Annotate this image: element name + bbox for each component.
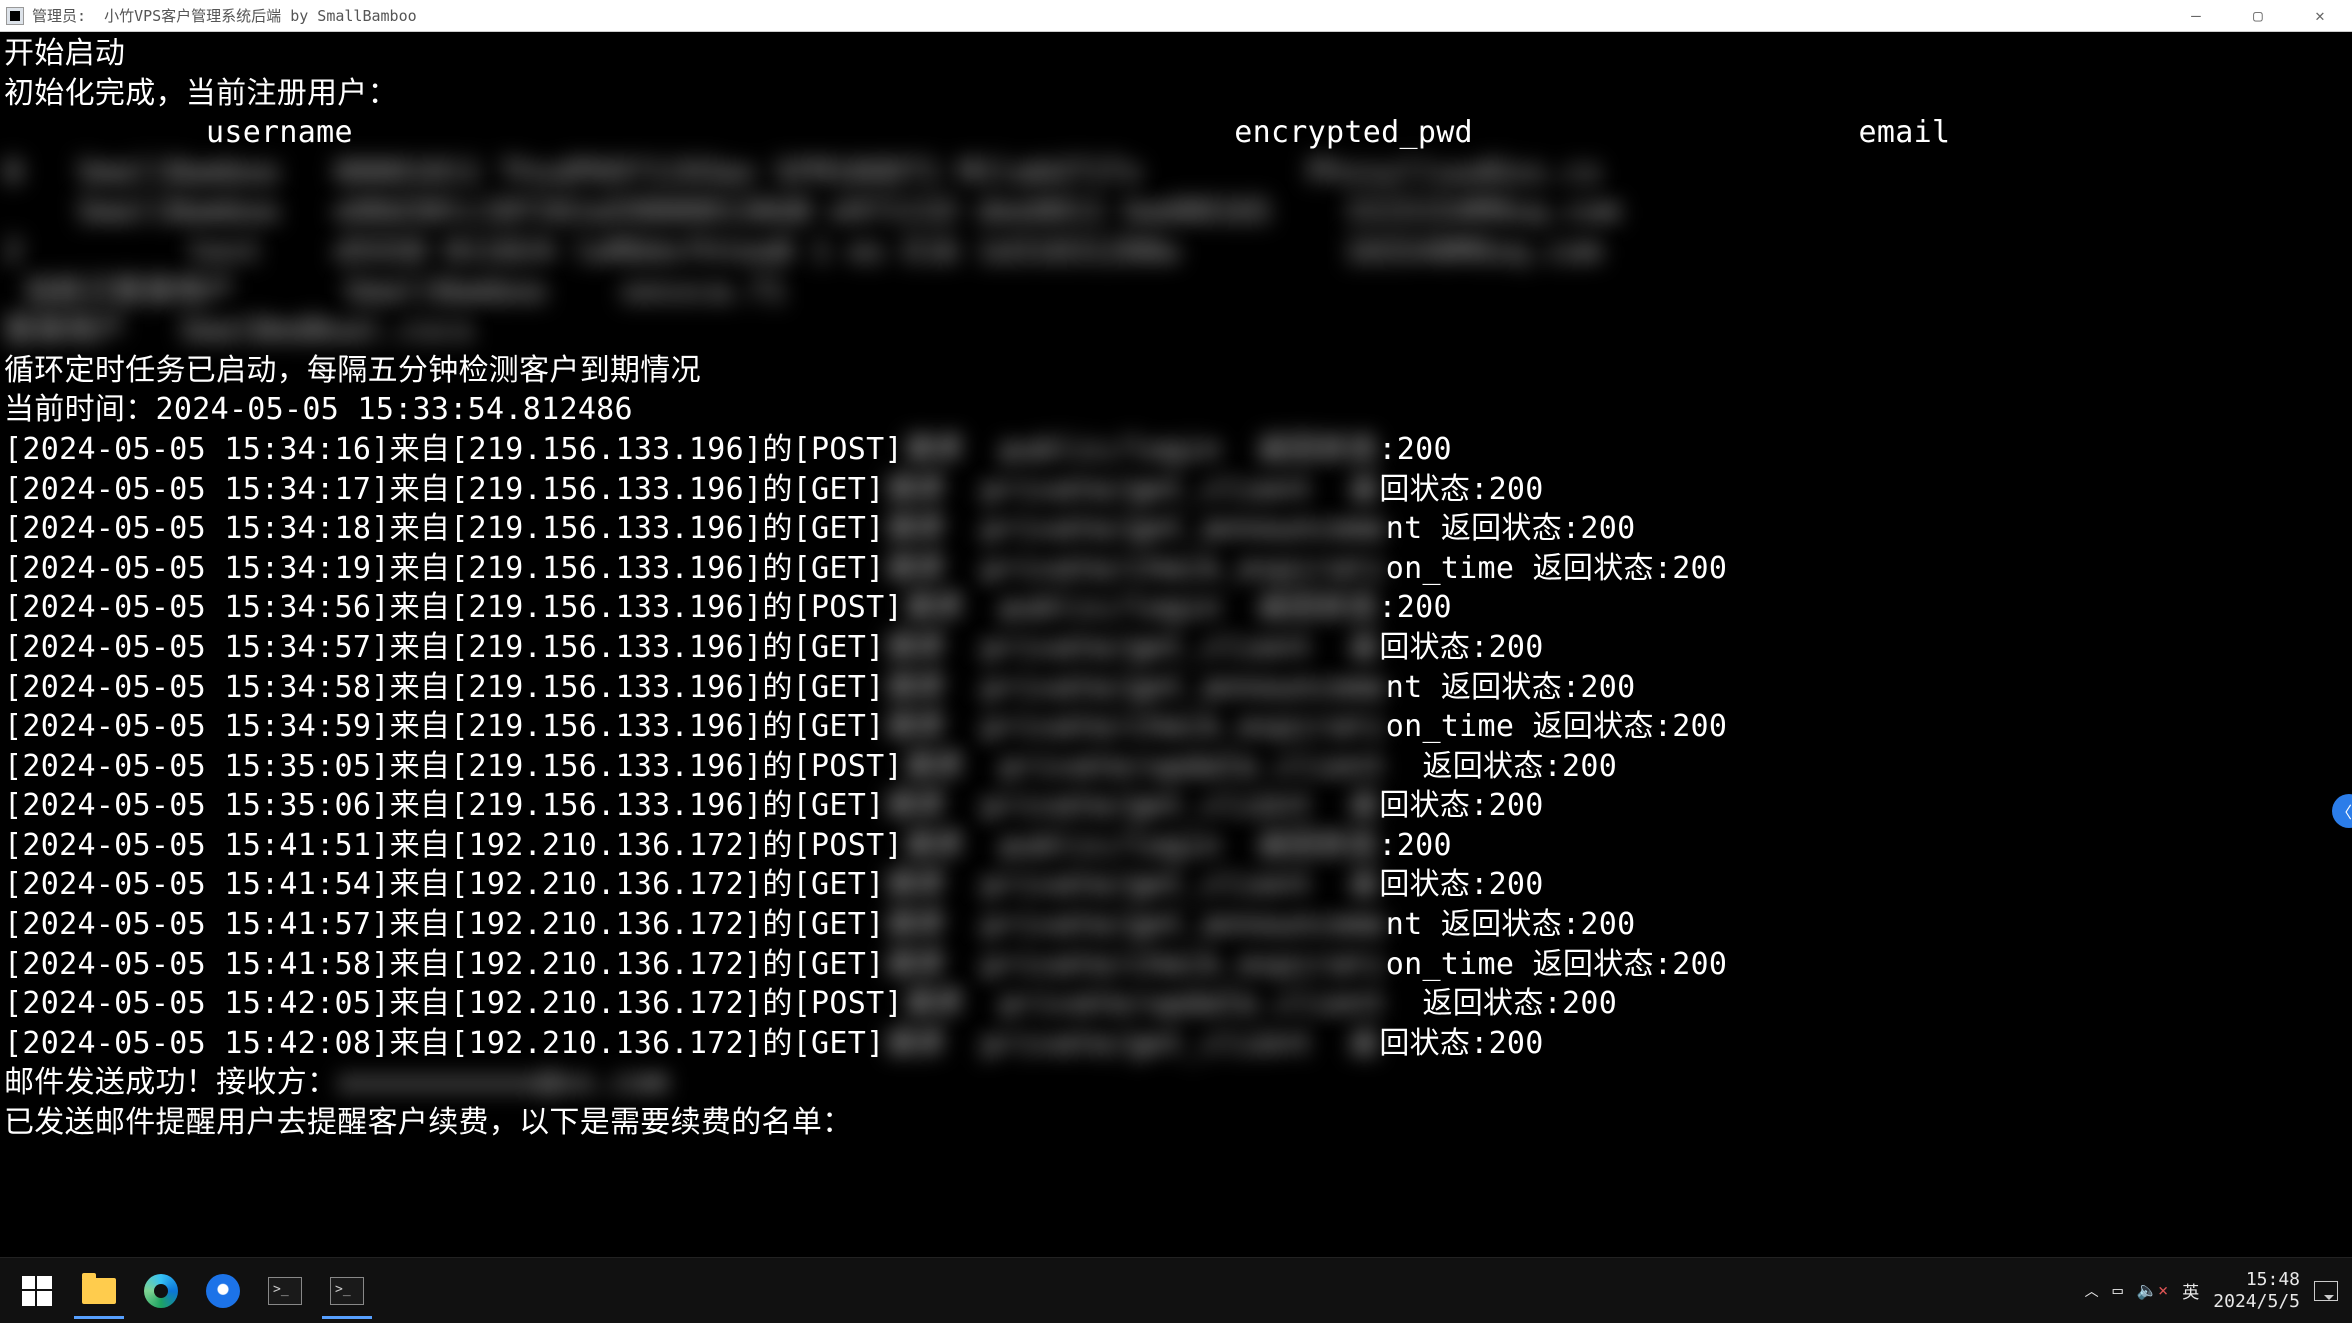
title-prefix: 管理员: [32, 7, 86, 25]
tray-ime[interactable]: 英 [2182, 1278, 2199, 1303]
minimize-button[interactable]: — [2176, 6, 2216, 25]
taskbar-explorer[interactable] [68, 1263, 130, 1319]
console-output: 开始启动初始化完成，当前注册用户： username encrypted_pwd… [0, 32, 2352, 1257]
taskbar-terminal-1[interactable] [254, 1263, 316, 1319]
tray-overflow-icon[interactable]: ︿ [2085, 1281, 2099, 1301]
taskbar-edge[interactable] [130, 1263, 192, 1319]
maximize-button[interactable]: ▢ [2238, 6, 2278, 25]
window-titlebar: 管理员: 小竹VPS客户管理系统后端 by SmallBamboo — ▢ ✕ [0, 0, 2352, 32]
terminal-icon [330, 1277, 364, 1305]
title-text: 小竹VPS客户管理系统后端 by SmallBamboo [104, 7, 417, 25]
close-button[interactable]: ✕ [2300, 6, 2340, 25]
circle-app-icon [206, 1274, 240, 1308]
app-icon [6, 7, 24, 25]
tray-network-icon[interactable]: ▭ [2113, 1281, 2123, 1301]
tray-notifications-icon[interactable] [2314, 1281, 2338, 1301]
start-button[interactable] [6, 1263, 68, 1319]
edge-icon [144, 1274, 178, 1308]
clock-time: 15:48 [2213, 1269, 2300, 1291]
taskbar-terminal-2[interactable] [316, 1263, 378, 1319]
clock-date: 2024/5/5 [2213, 1291, 2300, 1313]
window-title: 管理员: 小竹VPS客户管理系统后端 by SmallBamboo [32, 5, 2176, 26]
tray-volume-icon[interactable]: 🔈× [2137, 1281, 2168, 1301]
system-tray: ︿ ▭ 🔈× 英 15:48 2024/5/5 [2085, 1269, 2346, 1312]
terminal-icon [268, 1277, 302, 1305]
tray-clock[interactable]: 15:48 2024/5/5 [2213, 1269, 2300, 1312]
taskbar: ︿ ▭ 🔈× 英 15:48 2024/5/5 [0, 1257, 2352, 1323]
taskbar-app-blue[interactable] [192, 1263, 254, 1319]
folder-icon [82, 1278, 116, 1304]
